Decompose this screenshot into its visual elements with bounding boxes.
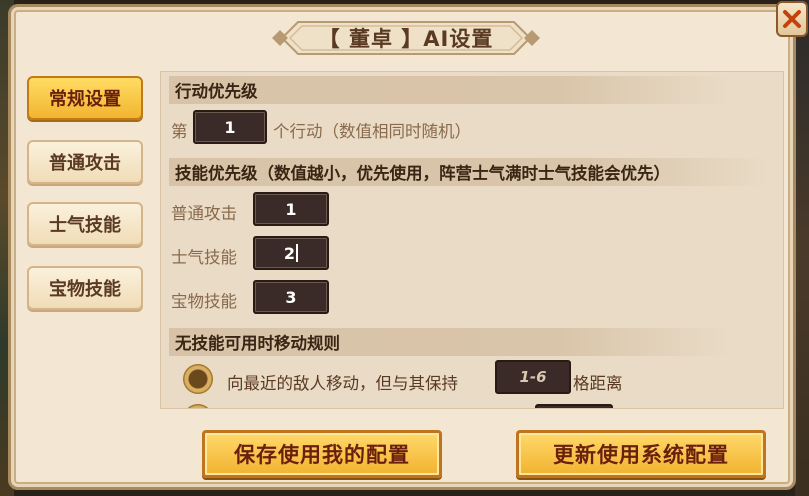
close-button[interactable] bbox=[776, 1, 808, 37]
skill-priority-input-normal-attack[interactable]: 1 bbox=[253, 192, 329, 226]
skill-label-normal-attack: 普通攻击 bbox=[171, 204, 237, 223]
move-rule-radio-second[interactable] bbox=[183, 404, 213, 408]
action-priority-header: 行动优先级 bbox=[169, 76, 729, 104]
action-order-input[interactable]: 1 bbox=[193, 110, 267, 144]
save-my-config-label: 保存使用我的配置 bbox=[234, 443, 410, 467]
settings-content-panel[interactable]: 行动优先级 第 1 个行动（数值相同时随机） 技能优先级（数值越小，优先使用，阵… bbox=[160, 71, 784, 409]
move-rule-radio-keep-distance[interactable] bbox=[183, 364, 213, 394]
move-rule-text-before: 向最近的敌人移动，但与其保持 bbox=[227, 374, 458, 393]
keep-distance-range-value: 1-6 bbox=[519, 368, 547, 386]
action-order-prefix: 第 bbox=[171, 122, 188, 141]
move-rules-header: 无技能可用时移动规则 bbox=[169, 328, 729, 356]
sidebar-tab-general[interactable]: 常规设置 bbox=[27, 76, 143, 120]
action-order-suffix: 个行动（数值相同时随机） bbox=[273, 122, 471, 141]
sidebar-tab-morale-skill[interactable]: 士气技能 bbox=[27, 202, 143, 246]
use-system-config-button[interactable]: 更新使用系统配置 bbox=[516, 430, 766, 478]
action-order-value: 1 bbox=[224, 117, 236, 137]
skill-priority-value: 3 bbox=[285, 287, 297, 307]
skill-priority-input-morale[interactable]: 2 bbox=[253, 236, 329, 270]
save-my-config-button[interactable]: 保存使用我的配置 bbox=[202, 430, 442, 478]
sidebar-tab-treasure-skill[interactable]: 宝物技能 bbox=[27, 266, 143, 310]
skill-priority-value: 1 bbox=[285, 199, 297, 219]
background-right-strip bbox=[795, 0, 809, 496]
sidebar-tab-label: 宝物技能 bbox=[49, 279, 121, 300]
move-rule-text-after: 格距离 bbox=[573, 374, 623, 393]
use-system-config-label: 更新使用系统配置 bbox=[553, 443, 729, 467]
skill-priority-header: 技能优先级（数值越小，优先使用，阵营士气满时士气技能会优先） bbox=[169, 158, 769, 186]
keep-distance-range-input[interactable]: 1-6 bbox=[495, 360, 571, 394]
skill-priority-value: 2 bbox=[283, 243, 296, 263]
dialog-title: 【 董卓 】AI设置 bbox=[318, 27, 494, 51]
close-icon bbox=[783, 10, 801, 28]
second-range-input[interactable] bbox=[535, 404, 613, 408]
sidebar-tab-label: 普通攻击 bbox=[49, 153, 121, 174]
skill-priority-input-treasure[interactable]: 3 bbox=[253, 280, 329, 314]
text-caret bbox=[296, 244, 299, 262]
skill-label-treasure: 宝物技能 bbox=[171, 292, 237, 311]
sidebar-tab-normal-attack[interactable]: 普通攻击 bbox=[27, 140, 143, 184]
sidebar-tab-label: 士气技能 bbox=[49, 215, 121, 236]
skill-label-morale: 士气技能 bbox=[171, 248, 237, 267]
title-plate: 【 董卓 】AI设置 bbox=[272, 16, 540, 60]
sidebar-tab-label: 常规设置 bbox=[49, 89, 121, 110]
